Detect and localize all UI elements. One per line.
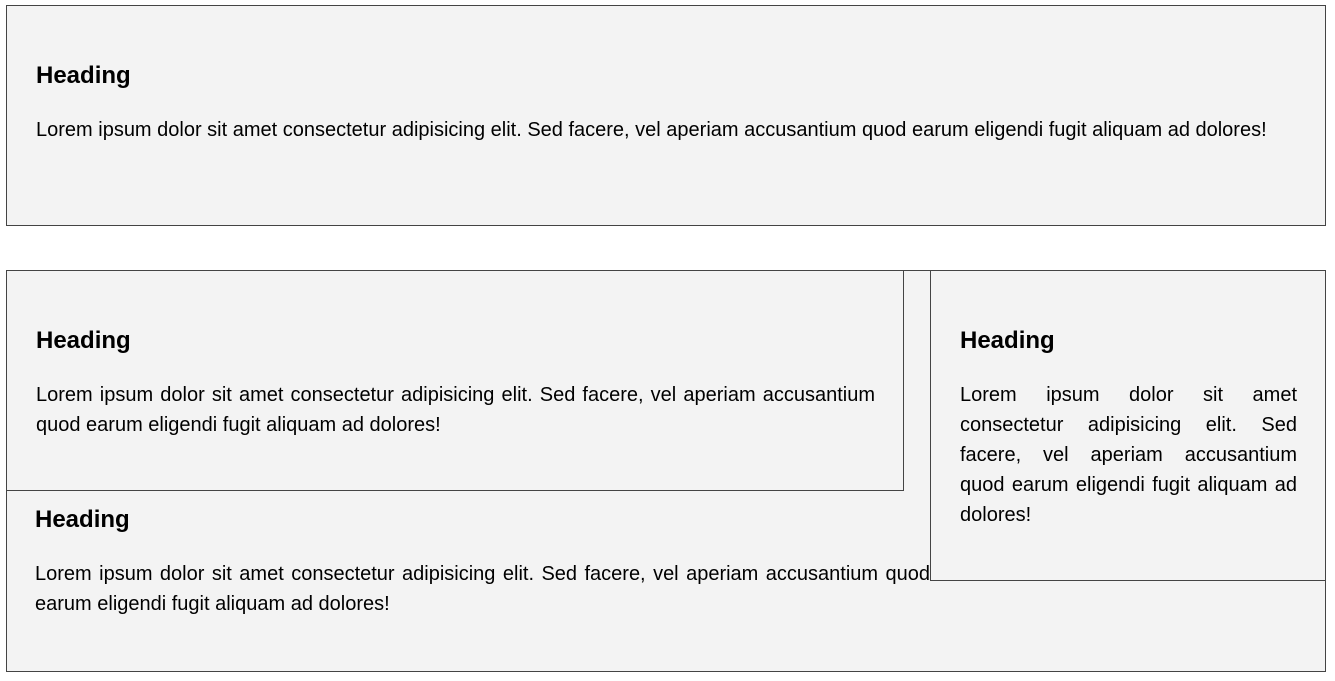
card-body: Lorem ipsum dolor sit amet consectetur a… bbox=[36, 384, 875, 436]
card-top: Heading Lorem ipsum dolor sit amet conse… bbox=[6, 5, 1326, 226]
card-heading: Heading bbox=[960, 327, 1055, 354]
card-right: Heading Lorem ipsum dolor sit amet conse… bbox=[930, 270, 1326, 581]
card-body: Lorem ipsum dolor sit amet consectetur a… bbox=[960, 384, 1297, 526]
card-body: Lorem ipsum dolor sit amet consectetur a… bbox=[35, 563, 930, 615]
card-left-bottom: Heading Lorem ipsum dolor sit amet conse… bbox=[35, 505, 930, 619]
card-heading: Heading bbox=[36, 327, 131, 354]
card-heading: Heading bbox=[36, 62, 131, 89]
card-body: Lorem ipsum dolor sit amet consectetur a… bbox=[36, 119, 1267, 141]
card-left-top: Heading Lorem ipsum dolor sit amet conse… bbox=[6, 270, 904, 491]
card-heading: Heading bbox=[35, 506, 130, 533]
